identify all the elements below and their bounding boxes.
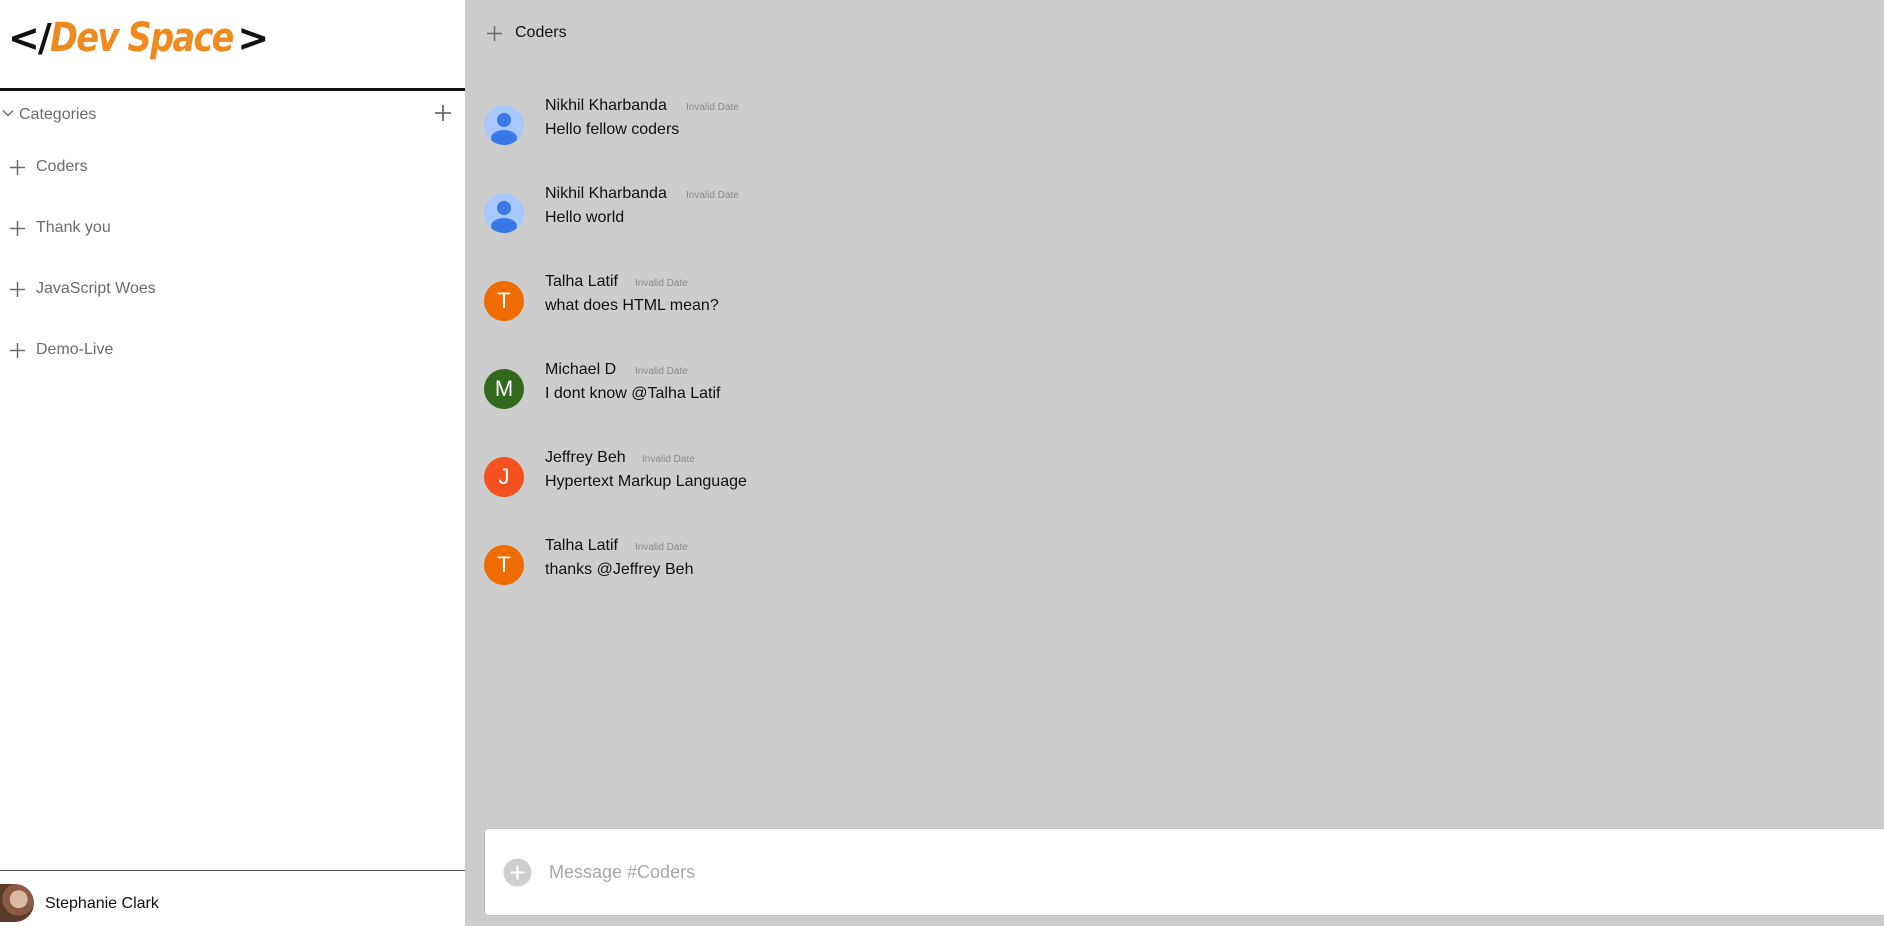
channel-label: Coders (36, 158, 88, 175)
message-timestamp: Invalid Date (635, 278, 688, 289)
message-text: Hello world (545, 209, 625, 226)
sidebar-item-javascript-woes[interactable]: JavaScript Woes (0, 277, 300, 303)
message-timestamp: Invalid Date (686, 190, 739, 201)
plus-icon (10, 160, 25, 175)
sidebar-item-coders[interactable]: Coders (0, 155, 300, 181)
channel-header: Coders (465, 0, 1884, 66)
message: Nikhil Kharbanda Invalid Date Hello fell… (465, 97, 1365, 157)
message: T Talha Latif Invalid Date thanks @Jeffr… (465, 537, 1365, 597)
message-timestamp: Invalid Date (635, 542, 688, 553)
message-timestamp: Invalid Date (642, 454, 695, 465)
add-attachment-icon[interactable] (503, 858, 532, 887)
channel-title: Coders (515, 24, 567, 41)
channel-label: JavaScript Woes (36, 280, 156, 297)
user-name: Stephanie Clark (45, 895, 159, 912)
categories-header[interactable]: Categories (0, 104, 465, 126)
message: T Talha Latif Invalid Date what does HTM… (465, 273, 1365, 333)
message-text: Hello fellow coders (545, 121, 680, 138)
message-text: what does HTML mean? (545, 297, 719, 314)
message-author: Nikhil Kharbanda (545, 185, 667, 202)
message-author: Nikhil Kharbanda (545, 97, 667, 114)
message-text: thanks @Jeffrey Beh (545, 561, 694, 578)
message-author: Jeffrey Beh (545, 449, 626, 466)
plus-icon (10, 343, 25, 358)
logo-left-bracket: </ (8, 16, 52, 60)
logo-divider (0, 88, 465, 91)
message-composer (484, 828, 1884, 916)
sidebar: </ Dev Space > Categories Coders Thank y… (0, 0, 465, 926)
current-user[interactable]: Stephanie Clark (0, 871, 465, 926)
logo-name: Dev Space (49, 15, 234, 61)
plus-icon (487, 26, 502, 41)
app-logo[interactable]: </ Dev Space > (8, 12, 269, 64)
message-timestamp: Invalid Date (686, 102, 739, 113)
message-text: I dont know @Talha Latif (545, 385, 721, 402)
sidebar-item-demo-live[interactable]: Demo-Live (0, 338, 300, 364)
chevron-down-icon[interactable] (2, 107, 14, 119)
message-input[interactable] (549, 857, 1749, 887)
user-avatar[interactable]: T (484, 281, 524, 321)
plus-icon (10, 221, 25, 236)
user-avatar[interactable] (0, 884, 34, 922)
message-text: Hypertext Markup Language (545, 473, 747, 490)
logo-right-bracket: > (237, 16, 269, 60)
default-user-icon[interactable] (484, 105, 524, 145)
user-avatar[interactable]: J (484, 457, 524, 497)
channel-label: Demo-Live (36, 341, 114, 358)
add-channel-icon[interactable] (434, 104, 452, 122)
message-author: Michael D (545, 361, 617, 378)
plus-icon (10, 282, 25, 297)
default-user-icon[interactable] (484, 193, 524, 233)
message: J Jeffrey Beh Invalid Date Hypertext Mar… (465, 449, 1365, 509)
message-timestamp: Invalid Date (635, 366, 688, 377)
chat-panel: Coders Nikhil Kharbanda Invalid Date Hel… (465, 0, 1884, 926)
message-author: Talha Latif (545, 537, 618, 554)
user-avatar[interactable]: T (484, 545, 524, 585)
categories-label: Categories (19, 106, 97, 123)
sidebar-item-thank-you[interactable]: Thank you (0, 216, 300, 242)
message: M Michael D Invalid Date I dont know @Ta… (465, 361, 1365, 421)
channel-label: Thank you (36, 219, 111, 236)
message: Nikhil Kharbanda Invalid Date Hello worl… (465, 185, 1365, 245)
user-avatar[interactable]: M (484, 369, 524, 409)
message-author: Talha Latif (545, 273, 618, 290)
